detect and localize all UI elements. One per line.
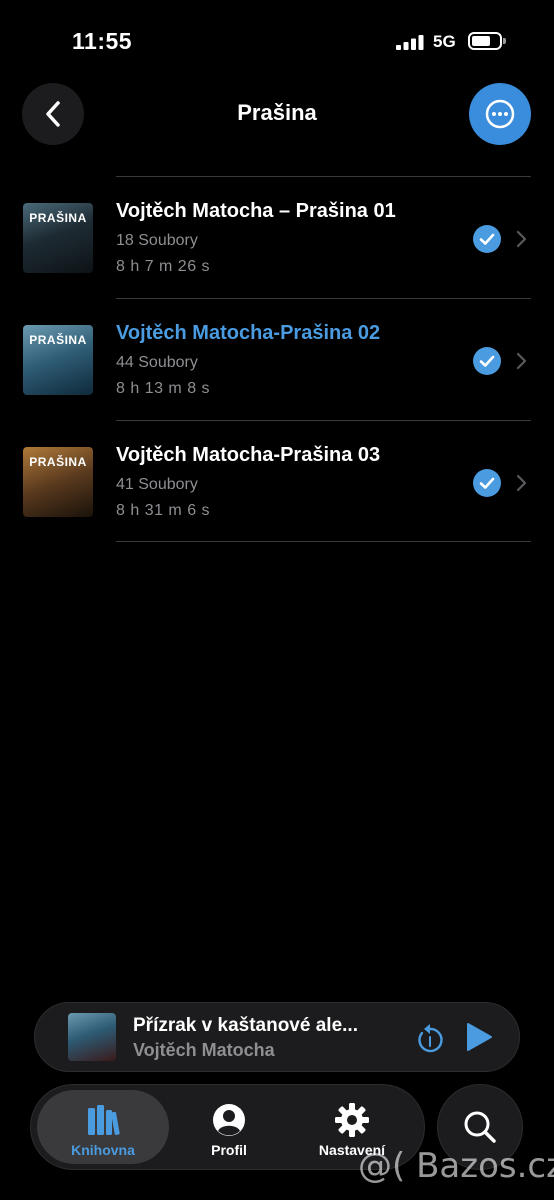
- network-type: 5G: [433, 32, 456, 51]
- book-duration: 8 h 31 m 6 s: [116, 502, 211, 519]
- tab-knihovna[interactable]: Knihovna: [37, 1090, 169, 1164]
- mini-player[interactable]: Přízrak v kaštanové ale... Vojtěch Matoc…: [34, 1002, 520, 1072]
- cover-title: PRAŠINA: [29, 333, 87, 347]
- book-file-count: 18 Soubory: [116, 232, 198, 249]
- books-icon: [88, 1105, 120, 1135]
- watermark: @( Bazos.cz: [358, 1146, 554, 1186]
- status-time: 11:55: [72, 28, 133, 54]
- mini-player-title: Přízrak v kaštanové ale...: [133, 1015, 358, 1036]
- book-file-count: 41 Soubory: [116, 476, 198, 493]
- chevron-right-icon: [516, 474, 527, 492]
- status-bar: 11:55 5G: [0, 0, 554, 80]
- checkmark-circle-icon: [473, 347, 501, 375]
- book-duration: 8 h 7 m 26 s: [116, 258, 211, 275]
- search-icon: [464, 1111, 496, 1143]
- book-row[interactable]: PRAŠINA Vojtěch Matocha-Prašina 03 41 So…: [0, 421, 554, 543]
- cover-title: PRAŠINA: [29, 211, 87, 225]
- tab-label: Knihovna: [71, 1142, 135, 1158]
- book-file-count: 44 Soubory: [116, 354, 198, 371]
- book-row[interactable]: PRAŠINA Vojtěch Matocha-Prašina 02 44 So…: [0, 299, 554, 421]
- battery-icon: [468, 32, 502, 50]
- book-duration: 8 h 13 m 8 s: [116, 380, 211, 397]
- book-title: Vojtěch Matocha – Prašina 01: [116, 200, 396, 222]
- ellipsis-icon: [485, 99, 515, 129]
- more-options-button[interactable]: [469, 83, 531, 145]
- gear-icon: [335, 1103, 369, 1137]
- cover-title: PRAŠINA: [29, 455, 87, 469]
- checkmark-circle-icon: [473, 469, 501, 497]
- tab-label: Profil: [211, 1142, 247, 1158]
- mini-player-cover: [68, 1013, 116, 1061]
- book-cover: PRAŠINA: [23, 203, 93, 273]
- checkmark-circle-icon: [473, 225, 501, 253]
- rewind-icon[interactable]: [415, 1022, 445, 1054]
- signal-icon: [396, 35, 424, 50]
- divider: [116, 541, 531, 542]
- book-cover: PRAŠINA: [23, 325, 93, 395]
- person-icon: [213, 1104, 245, 1136]
- book-title: Vojtěch Matocha-Prašina 03: [116, 444, 381, 466]
- book-row[interactable]: PRAŠINA Vojtěch Matocha – Prašina 01 18 …: [0, 177, 554, 299]
- chevron-right-icon: [516, 352, 527, 370]
- book-title: Vojtěch Matocha-Prašina 02: [116, 322, 381, 344]
- book-cover: PRAŠINA: [23, 447, 93, 517]
- tab-profil[interactable]: Profil: [163, 1090, 295, 1164]
- mini-player-author: Vojtěch Matocha: [133, 1040, 275, 1060]
- play-icon[interactable]: [463, 1021, 495, 1053]
- chevron-right-icon: [516, 230, 527, 248]
- battery-tip: [503, 38, 506, 44]
